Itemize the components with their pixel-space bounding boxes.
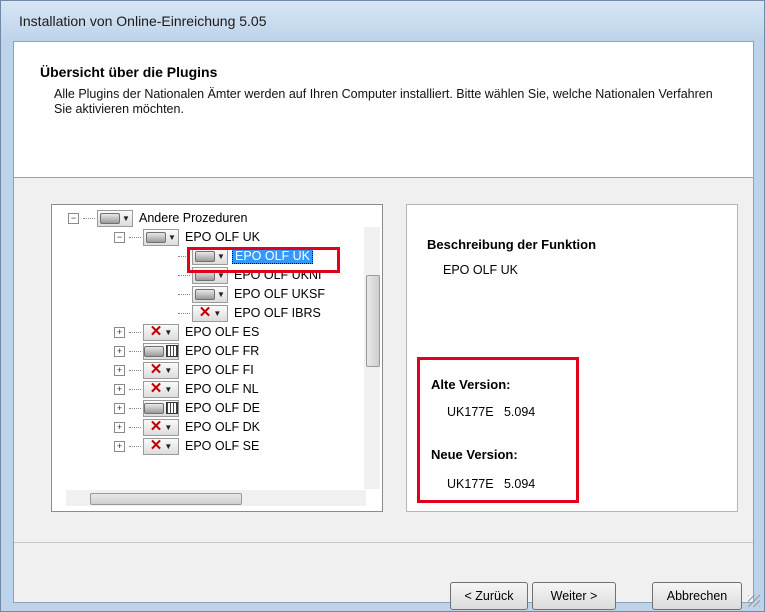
tree-item-label: EPO OLF SE bbox=[185, 439, 260, 453]
expand-icon[interactable]: + bbox=[114, 364, 125, 376]
grid-icon bbox=[166, 402, 178, 414]
tree-node-epo-olf-ibrs[interactable]: ✕ ▼ EPO OLF IBRS bbox=[178, 304, 323, 322]
plugin-status-dropdown[interactable]: ✕ ▼ bbox=[143, 418, 179, 436]
x-icon: ✕ bbox=[149, 380, 163, 397]
x-icon: ✕ bbox=[149, 361, 163, 378]
expand-icon[interactable]: + bbox=[114, 326, 125, 338]
dropdown-arrow-icon: ▼ bbox=[164, 441, 173, 451]
tree-item-label: EPO OLF FI bbox=[185, 363, 254, 377]
tree-item-label: EPO OLF UK bbox=[185, 230, 261, 244]
x-icon: ✕ bbox=[149, 418, 163, 435]
tree-node-epo-olf-nl[interactable]: + ✕ ▼ EPO OLF NL bbox=[114, 380, 261, 398]
dropdown-arrow-icon: ▼ bbox=[168, 232, 176, 242]
tree-node-epo-olf-se[interactable]: + ✕ ▼ EPO OLF SE bbox=[114, 437, 261, 455]
expand-icon[interactable]: + bbox=[114, 345, 125, 357]
tree-node-epo-olf-fr[interactable]: + EPO OLF FR bbox=[114, 342, 261, 360]
tree-vertical-scroll-thumb[interactable] bbox=[366, 275, 380, 367]
plugin-status-dropdown[interactable]: ✕ ▼ bbox=[143, 380, 179, 398]
footer-divider bbox=[14, 542, 753, 543]
grid-icon bbox=[166, 345, 178, 357]
tree-horizontal-scroll-thumb[interactable] bbox=[90, 493, 242, 505]
x-icon: ✕ bbox=[149, 323, 163, 340]
tree-item-label: EPO OLF DE bbox=[185, 401, 261, 415]
x-icon: ✕ bbox=[198, 304, 212, 321]
plugin-status-dropdown[interactable] bbox=[143, 399, 179, 417]
plugin-status-dropdown[interactable]: ▼ bbox=[97, 209, 133, 227]
tree-item-label: Andere Prozeduren bbox=[139, 211, 248, 225]
dropdown-arrow-icon: ▼ bbox=[217, 289, 225, 299]
tree-connector bbox=[178, 293, 190, 295]
tree-horizontal-scrollbar[interactable] bbox=[66, 490, 366, 506]
tree-connector bbox=[129, 369, 141, 371]
tree-node-andere-prozeduren[interactable]: − ▼ Andere Prozeduren bbox=[68, 209, 249, 227]
tree-connector bbox=[129, 426, 141, 428]
page-title: Übersicht über die Plugins bbox=[40, 64, 218, 80]
tree-connector bbox=[129, 350, 141, 352]
tree-node-epo-olf-de[interactable]: + EPO OLF DE bbox=[114, 399, 262, 417]
plugin-icon bbox=[146, 231, 167, 243]
tree-item-label: EPO OLF FR bbox=[185, 344, 260, 358]
plugin-icon bbox=[195, 288, 216, 300]
tree-node-epo-olf-dk[interactable]: + ✕ ▼ EPO OLF DK bbox=[114, 418, 262, 436]
back-button[interactable]: < Zurück bbox=[450, 582, 528, 610]
tree-connector bbox=[129, 445, 141, 447]
tree-item-label: EPO OLF IBRS bbox=[234, 306, 321, 320]
next-button[interactable]: Weiter > bbox=[532, 582, 616, 610]
tree-node-epo-olf-uksf[interactable]: ▼ EPO OLF UKSF bbox=[178, 285, 327, 303]
plugin-icon bbox=[144, 402, 164, 414]
plugin-status-dropdown[interactable]: ✕ ▼ bbox=[192, 304, 228, 322]
description-label: Beschreibung der Funktion bbox=[427, 237, 597, 252]
x-icon: ✕ bbox=[149, 437, 163, 454]
title-bar[interactable]: Installation von Online-Einreichung 5.05 bbox=[1, 1, 764, 39]
tree-item-label: EPO OLF ES bbox=[185, 325, 260, 339]
selected-item-highlight bbox=[187, 247, 340, 273]
tree-connector bbox=[83, 217, 95, 219]
expand-icon[interactable]: + bbox=[114, 402, 125, 414]
tree-connector bbox=[129, 388, 141, 390]
tree-node-epo-olf-es[interactable]: + ✕ ▼ EPO OLF ES bbox=[114, 323, 261, 341]
tree-node-epo-olf-uk[interactable]: − ▼ EPO OLF UK bbox=[114, 228, 262, 246]
plugin-status-dropdown[interactable]: ▼ bbox=[143, 228, 179, 246]
dropdown-arrow-icon: ▼ bbox=[164, 327, 173, 337]
window-title: Installation von Online-Einreichung 5.05 bbox=[19, 13, 267, 29]
wizard-header: Übersicht über die Plugins Alle Plugins … bbox=[14, 42, 753, 178]
description-value: EPO OLF UK bbox=[443, 263, 519, 277]
tree-item-label: EPO OLF DK bbox=[185, 420, 261, 434]
plugin-status-dropdown[interactable]: ▼ bbox=[192, 285, 228, 303]
dropdown-arrow-icon: ▼ bbox=[213, 308, 222, 318]
wizard-page: Übersicht über die Plugins Alle Plugins … bbox=[13, 41, 754, 610]
plugin-status-dropdown[interactable]: ✕ ▼ bbox=[143, 437, 179, 455]
tree-item-label: EPO OLF UKSF bbox=[234, 287, 325, 301]
tree-connector bbox=[129, 407, 141, 409]
plugin-icon bbox=[144, 345, 164, 357]
expand-icon[interactable]: + bbox=[114, 383, 125, 395]
tree-connector bbox=[129, 236, 141, 238]
plugin-status-dropdown[interactable] bbox=[143, 342, 179, 360]
plugin-icon bbox=[100, 212, 121, 224]
resize-grip-icon[interactable] bbox=[748, 595, 760, 607]
plugin-status-dropdown[interactable]: ✕ ▼ bbox=[143, 323, 179, 341]
cancel-button[interactable]: Abbrechen bbox=[652, 582, 742, 610]
expand-icon[interactable]: + bbox=[114, 421, 125, 433]
tree-connector bbox=[178, 312, 190, 314]
dropdown-arrow-icon: ▼ bbox=[164, 384, 173, 394]
tree-node-epo-olf-fi[interactable]: + ✕ ▼ EPO OLF FI bbox=[114, 361, 256, 379]
version-highlight bbox=[417, 357, 579, 503]
tree-item-label: EPO OLF NL bbox=[185, 382, 259, 396]
collapse-icon[interactable]: − bbox=[114, 231, 125, 243]
page-description: Alle Plugins der Nationalen Ämter werden… bbox=[54, 87, 713, 116]
tree-vertical-scrollbar[interactable] bbox=[364, 227, 380, 489]
expand-icon[interactable]: + bbox=[114, 440, 125, 452]
tree-connector bbox=[129, 331, 141, 333]
dropdown-arrow-icon: ▼ bbox=[164, 422, 173, 432]
dropdown-arrow-icon: ▼ bbox=[164, 365, 173, 375]
tree-connector bbox=[178, 274, 190, 276]
collapse-icon[interactable]: − bbox=[68, 212, 79, 224]
plugin-status-dropdown[interactable]: ✕ ▼ bbox=[143, 361, 179, 379]
dropdown-arrow-icon: ▼ bbox=[122, 213, 130, 223]
installer-window: Installation von Online-Einreichung 5.05… bbox=[0, 0, 765, 612]
